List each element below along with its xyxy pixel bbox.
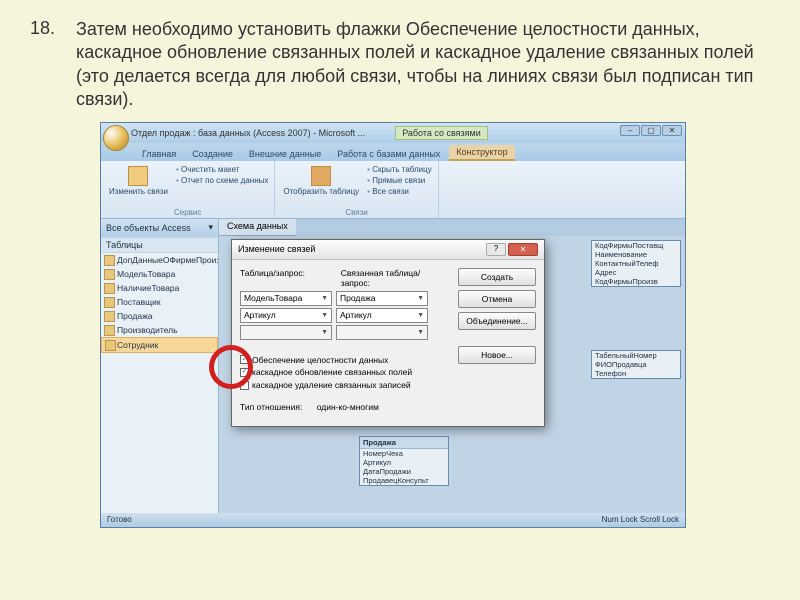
label-related-table: Связанная таблица/запрос: xyxy=(341,268,448,288)
dialog-title: Изменение связей xyxy=(238,244,315,254)
chevron-down-icon: ▼ xyxy=(321,295,328,302)
chevron-down-icon: ▼ xyxy=(417,295,424,302)
chevron-down-icon: ▾ xyxy=(208,222,213,233)
status-text: Готово xyxy=(107,515,132,524)
status-locks: Num Lock Scroll Lock xyxy=(602,515,679,524)
chevron-down-icon: ▼ xyxy=(417,329,424,336)
combo-table-right[interactable]: Продажа▼ xyxy=(336,291,428,306)
nav-item[interactable]: НаличиеТовара xyxy=(101,281,218,295)
document-tab[interactable]: Схема данных xyxy=(219,219,296,236)
edit-relations-button[interactable]: Изменить связи xyxy=(107,164,170,198)
edit-relationships-dialog: Изменение связей ? ✕ Таблица/запрос: Свя… xyxy=(231,239,545,427)
new-button[interactable]: Новое... xyxy=(458,346,536,364)
table-box[interactable]: КодФирмыПоставщНаименованиеКонтактныйТел… xyxy=(591,240,681,287)
close-button[interactable]: ✕ xyxy=(662,125,682,136)
status-bar: Готово Num Lock Scroll Lock xyxy=(101,513,685,527)
context-tab-label: Работа со связями xyxy=(395,126,488,140)
ribbon-group-service-label: Сервис xyxy=(107,208,268,217)
dialog-help-button[interactable]: ? xyxy=(486,243,506,256)
all-relations-button[interactable]: Все связи xyxy=(367,186,432,197)
nav-item-selected[interactable]: Сотрудник xyxy=(101,337,218,353)
relation-type-value: один-ко-многим xyxy=(317,402,379,412)
label-table-query: Таблица/запрос: xyxy=(240,268,333,288)
chevron-down-icon: ▼ xyxy=(321,329,328,336)
navigation-pane: Все объекты Access▾ Таблицы ДопДанныеОФи… xyxy=(101,219,219,515)
nav-header[interactable]: Все объекты Access▾ xyxy=(101,219,218,237)
clear-layout-button[interactable]: Очистить макет xyxy=(176,164,268,175)
nav-item[interactable]: Поставщик xyxy=(101,295,218,309)
table-box[interactable]: ТабельныйНомерФИОПродавцаТелефон xyxy=(591,350,681,379)
instruction-number: 18. xyxy=(30,18,58,112)
nav-item[interactable]: Продажа xyxy=(101,309,218,323)
checkbox-cascade-update[interactable]: ✓ xyxy=(240,368,249,377)
checkbox-integrity[interactable]: ✓ xyxy=(240,355,249,364)
ribbon-group-relations-label: Связи xyxy=(281,208,431,217)
access-window: Отдел продаж : база данных (Access 2007)… xyxy=(100,122,686,528)
combo-table-left[interactable]: МодельТовара▼ xyxy=(240,291,332,306)
chevron-down-icon: ▼ xyxy=(417,312,424,319)
maximize-button[interactable]: ▢ xyxy=(641,125,661,136)
instruction-block: 18. Затем необходимо установить флажки О… xyxy=(30,18,770,112)
nav-category-tables[interactable]: Таблицы xyxy=(101,237,218,253)
nav-item[interactable]: МодельТовара xyxy=(101,267,218,281)
office-orb-button[interactable] xyxy=(103,125,129,151)
show-table-button[interactable]: Отобразить таблицу xyxy=(281,164,361,198)
tab-database[interactable]: Работа с базами данных xyxy=(330,147,447,161)
chevron-down-icon: ▼ xyxy=(321,312,328,319)
minimize-button[interactable]: – xyxy=(620,125,640,136)
tab-create[interactable]: Создание xyxy=(185,147,240,161)
hide-table-button[interactable]: Скрыть таблицу xyxy=(367,164,432,175)
relation-type-label: Тип отношения: xyxy=(240,402,302,412)
window-title: Отдел продаж : база данных (Access 2007)… xyxy=(131,128,365,138)
table-box[interactable]: Продажа НомерЧекаАртикулДатаПродажиПрода… xyxy=(359,436,449,486)
join-button[interactable]: Объединение... xyxy=(458,312,536,330)
window-titlebar: Отдел продаж : база данных (Access 2007)… xyxy=(101,123,685,143)
combo-empty[interactable]: ▼ xyxy=(240,325,332,340)
schema-report-button[interactable]: Отчет по схеме данных xyxy=(176,175,268,186)
tab-home[interactable]: Главная xyxy=(135,147,183,161)
nav-item[interactable]: Производитель xyxy=(101,323,218,337)
create-button[interactable]: Создать xyxy=(458,268,536,286)
dialog-close-button[interactable]: ✕ xyxy=(508,243,538,256)
nav-item[interactable]: ДопДанныеОФирмеПроизв... xyxy=(101,253,218,267)
checkbox-cascade-delete[interactable]: ✓ xyxy=(240,381,249,390)
tab-constructor[interactable]: Конструктор xyxy=(449,145,514,161)
combo-empty[interactable]: ▼ xyxy=(336,325,428,340)
combo-field-right[interactable]: Артикул▼ xyxy=(336,308,428,323)
instruction-text: Затем необходимо установить флажки Обесп… xyxy=(76,18,770,112)
ribbon: Изменить связи Очистить макет Отчет по с… xyxy=(101,161,685,219)
direct-relations-button[interactable]: Прямые связи xyxy=(367,175,432,186)
ribbon-tabstrip: Главная Создание Внешние данные Работа с… xyxy=(101,143,685,161)
tab-external[interactable]: Внешние данные xyxy=(242,147,328,161)
cancel-button[interactable]: Отмена xyxy=(458,290,536,308)
combo-field-left[interactable]: Артикул▼ xyxy=(240,308,332,323)
